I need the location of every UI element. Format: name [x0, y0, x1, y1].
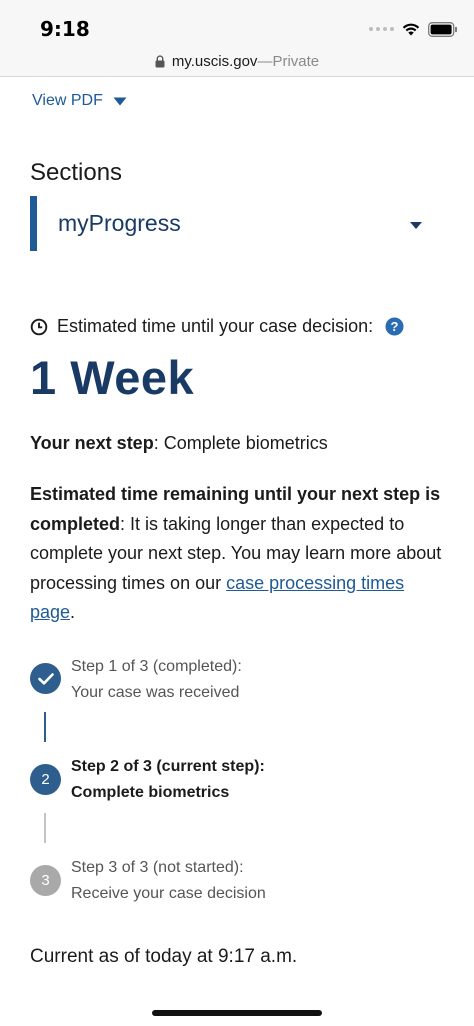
step-connector — [44, 813, 46, 843]
remaining-paragraph: Estimated time remaining until your next… — [30, 480, 450, 628]
sections-selected-value: myProgress — [58, 210, 181, 236]
chevron-down-icon — [410, 222, 422, 229]
step-connector — [44, 712, 46, 742]
step-1-line1: Step 1 of 3 (completed): — [71, 658, 242, 675]
next-step-value: : Complete biometrics — [153, 433, 328, 453]
lock-icon — [155, 54, 165, 67]
signal-icon — [369, 27, 394, 31]
next-step: Your next step: Complete biometrics — [30, 433, 450, 454]
private-label: Private — [272, 52, 320, 70]
home-indicator[interactable] — [152, 1010, 322, 1016]
estimate-value: 1 Week — [30, 351, 195, 404]
step-2-line1: Step 2 of 3 (current step): — [71, 758, 265, 775]
step-1-check-icon — [30, 663, 61, 694]
step-3-number: 3 — [30, 865, 61, 896]
step-2-line2: Complete biometrics — [71, 784, 230, 801]
estimate-row: Estimated time until your case decision:… — [30, 316, 404, 337]
step-2-text: Step 2 of 3 (current step): Complete bio… — [71, 754, 265, 806]
active-indicator-bar — [30, 196, 37, 251]
help-icon[interactable]: ? — [385, 317, 404, 336]
sections-dropdown[interactable]: myProgress — [30, 196, 444, 251]
status-time: 9:18 — [40, 17, 90, 41]
next-step-label: Your next step — [30, 433, 154, 453]
address-bar[interactable]: my.uscis.gov — Private — [0, 46, 474, 77]
view-pdf-label: View PDF — [32, 92, 103, 109]
sections-title: Sections — [30, 159, 123, 186]
step-2-number: 2 — [30, 764, 61, 795]
battery-icon — [428, 21, 457, 37]
status-bar: 9:18 — [0, 0, 474, 46]
status-icons — [369, 19, 458, 39]
step-1-line2: Your case was received — [71, 684, 240, 701]
caret-down-icon — [113, 97, 127, 105]
step-1-text: Step 1 of 3 (completed): Your case was r… — [71, 654, 242, 706]
estimate-label: Estimated time until your case decision: — [57, 316, 374, 336]
svg-text:?: ? — [391, 319, 399, 334]
step-3-line2: Receive your case decision — [71, 885, 266, 902]
clock-icon — [30, 318, 48, 335]
view-pdf-link[interactable]: View PDF — [32, 92, 127, 110]
step-3-text: Step 3 of 3 (not started): Receive your … — [71, 855, 266, 907]
remaining-end: . — [70, 602, 76, 622]
current-as-of: Current as of today at 9:17 a.m. — [30, 946, 298, 967]
url-separator: — — [257, 52, 273, 70]
wifi-icon — [402, 23, 420, 36]
progress-steps: Step 1 of 3 (completed): Your case was r… — [30, 656, 450, 906]
step-3-line1: Step 3 of 3 (not started): — [71, 859, 244, 876]
url-text: my.uscis.gov — [171, 52, 258, 70]
